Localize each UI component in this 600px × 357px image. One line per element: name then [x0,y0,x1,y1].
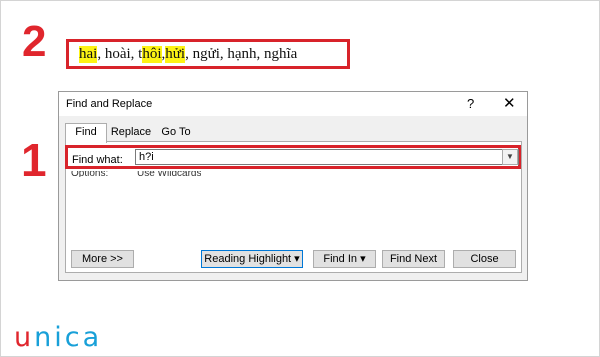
dialog-titlebar: Find and Replace ? ✕ [59,92,527,116]
options-label: Options: [71,171,109,177]
help-icon[interactable]: ? [467,96,474,111]
more-button[interactable]: More >> [71,250,134,268]
chevron-down-icon[interactable]: ▼ [502,149,518,165]
find-next-button[interactable]: Find Next [382,250,445,268]
tab-goto[interactable]: Go To [159,124,193,141]
close-icon[interactable]: ✕ [503,94,516,112]
close-button[interactable]: Close [453,250,516,268]
logo-text: nica [34,322,103,353]
dialog-title: Find and Replace [66,98,153,110]
find-in-button[interactable]: Find In ▾ [313,250,376,268]
highlighted-word: hôi [142,45,162,63]
highlighted-word: hai [79,45,98,63]
find-replace-dialog: Find and Replace ? ✕ Find Replace Go To … [58,91,528,281]
tab-find[interactable]: Find [65,123,107,143]
tab-replace[interactable]: Replace [109,124,153,141]
find-what-label: Find what: [72,154,123,166]
find-what-input[interactable]: h?i [135,149,519,165]
highlighted-words-box: hai, hoài, t hôi, hửi, ngửi, hạnh, nghĩa [66,39,350,69]
options-value: Use Wildcards [137,171,202,177]
unica-logo: u nica [14,322,102,353]
step-number-2: 2 [22,17,47,66]
reading-highlight-button[interactable]: Reading Highlight ▾ [201,250,303,268]
word-text: , hoài, t [97,45,143,62]
step-number-1: 1 [21,134,47,186]
highlighted-word: hửi [165,45,186,63]
logo-letter-u: u [14,322,35,353]
word-text: , ngửi, hạnh, nghĩa [185,45,298,62]
